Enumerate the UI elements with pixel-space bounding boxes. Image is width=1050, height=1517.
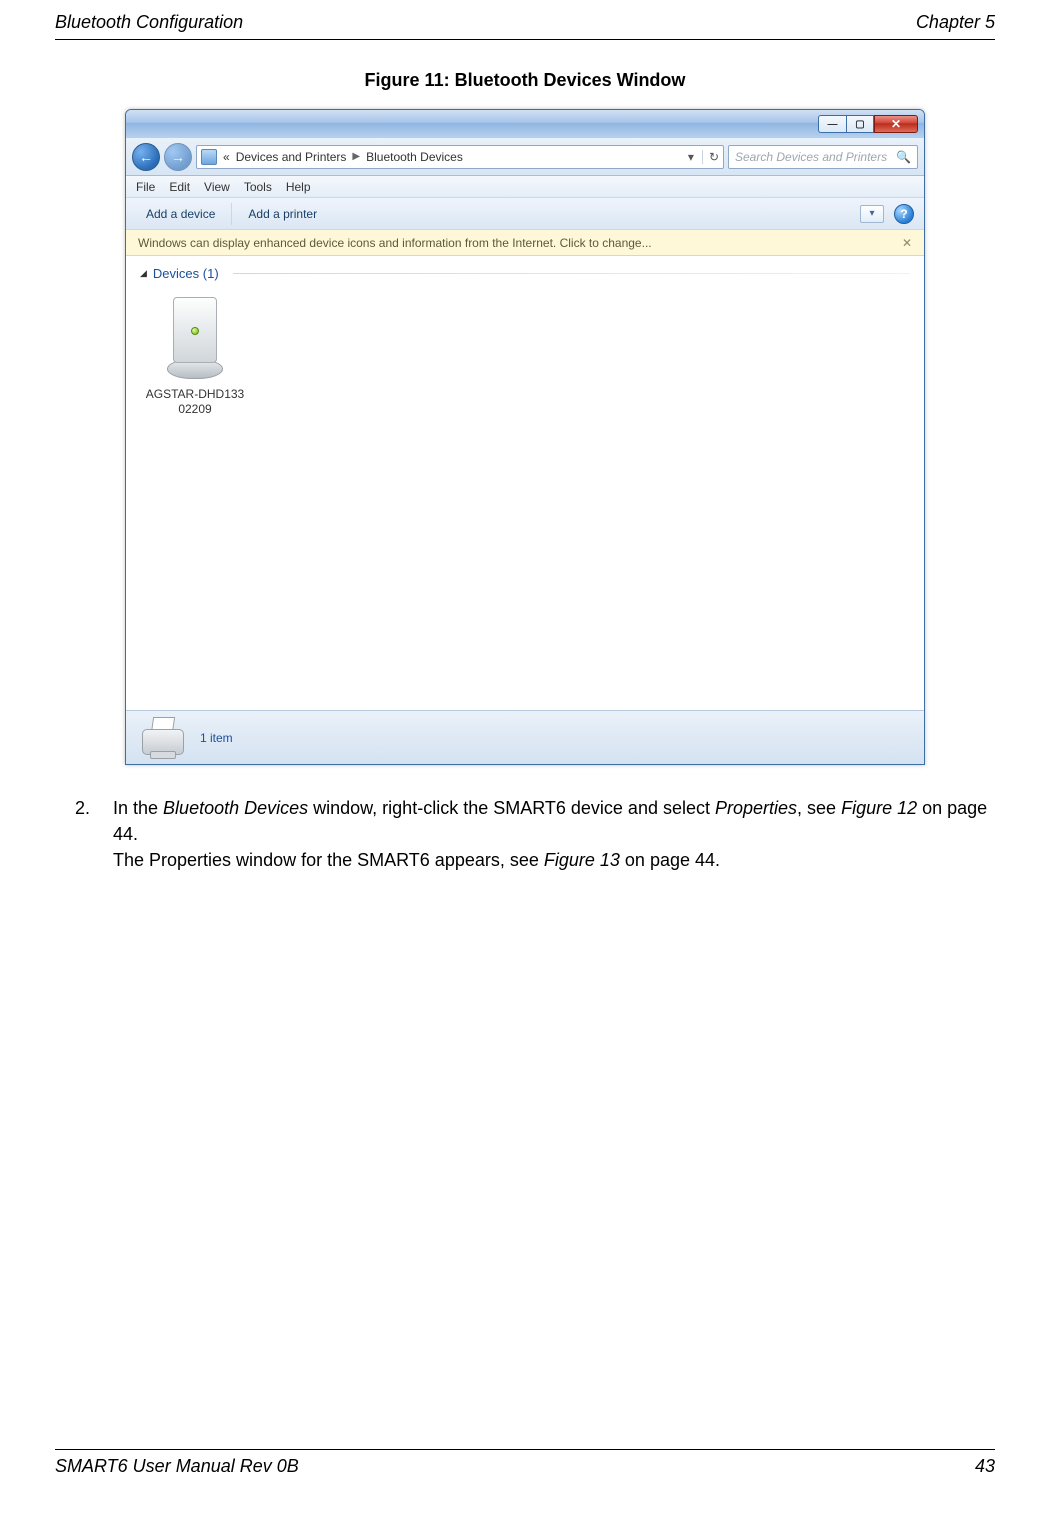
toolbar-right: ▾ ? [860,204,914,224]
device-label: AGSTAR-DHD133 02209 [140,387,250,417]
menu-help[interactable]: Help [286,180,311,194]
footer-right: 43 [975,1456,995,1477]
header-left: Bluetooth Configuration [55,12,243,33]
back-icon: ← [139,149,153,165]
close-button[interactable]: ✕ [874,115,918,133]
device-label-line1: AGSTAR-DHD133 [140,387,250,402]
menu-file[interactable]: File [136,180,155,194]
menu-bar: File Edit View Tools Help [126,176,924,198]
bluetooth-devices-window: — ▢ ✕ ← → « Devices and Printers ▶ Bluet… [125,109,925,765]
help-button[interactable]: ? [894,204,914,224]
page-footer: SMART6 User Manual Rev 0B 43 [55,1449,995,1477]
device-label-line2: 02209 [140,402,250,417]
header-right: Chapter 5 [916,12,995,33]
page-header: Bluetooth Configuration Chapter 5 [55,0,995,40]
maximize-icon: ▢ [847,116,873,132]
breadcrumb-item-devices[interactable]: Devices and Printers [236,150,347,164]
info-bar-close-icon[interactable]: ✕ [902,236,912,250]
info-bar-text: Windows can display enhanced device icon… [138,236,652,250]
view-options-button[interactable]: ▾ [860,205,884,223]
instruction-number: 2. [75,795,97,873]
device-item-agstar[interactable]: AGSTAR-DHD133 02209 [140,291,250,417]
menu-tools[interactable]: Tools [244,180,272,194]
status-bar: 1 item [126,710,924,764]
breadcrumb-lead-icon: « [223,150,230,164]
chevron-down-icon: ▾ [688,150,694,164]
add-device-button[interactable]: Add a device [136,203,225,225]
menu-edit[interactable]: Edit [169,180,190,194]
maximize-button[interactable]: ▢ [846,115,874,133]
devices-group-header[interactable]: ◢ Devices (1) [140,266,910,281]
info-bar[interactable]: Windows can display enhanced device icon… [126,230,924,256]
search-icon: 🔍 [896,150,911,164]
location-icon [201,149,217,165]
add-printer-button[interactable]: Add a printer [238,203,327,225]
instruction-body: In the Bluetooth Devices window, right-c… [113,795,995,873]
device-icon [161,291,229,381]
group-rule [233,273,910,274]
search-placeholder: Search Devices and Printers [735,150,887,164]
refresh-icon[interactable]: ↻ [702,150,719,164]
footer-left: SMART6 User Manual Rev 0B [55,1456,299,1477]
status-item-count: 1 item [200,731,233,745]
forward-button[interactable]: → [164,143,192,171]
figure-caption: Figure 11: Bluetooth Devices Window [55,70,995,91]
chevron-down-icon: ▾ [869,208,874,219]
breadcrumb: « Devices and Printers ▶ Bluetooth Devic… [223,150,463,164]
address-bar[interactable]: « Devices and Printers ▶ Bluetooth Devic… [196,145,724,169]
breadcrumb-separator-icon[interactable]: ▶ [352,151,360,162]
content-pane: ◢ Devices (1) AGSTAR-DHD133 02209 [126,256,924,710]
minimize-icon: — [819,116,846,132]
collapse-icon: ◢ [140,268,147,279]
search-input[interactable]: Search Devices and Printers 🔍 [728,145,918,169]
close-icon: ✕ [875,116,917,132]
menu-view[interactable]: View [204,180,230,194]
window-titlebar: — ▢ ✕ [126,110,924,138]
forward-icon: → [171,149,185,165]
devices-group-label: Devices (1) [153,266,219,281]
back-button[interactable]: ← [132,143,160,171]
window-controls: — ▢ ✕ [818,115,918,133]
breadcrumb-item-bluetooth[interactable]: Bluetooth Devices [366,150,463,164]
navigation-bar: ← → « Devices and Printers ▶ Bluetooth D… [126,138,924,176]
toolbar-separator [231,203,232,225]
address-dropdown[interactable]: ▾ ↻ [688,150,719,164]
help-icon: ? [900,207,907,221]
toolbar: Add a device Add a printer ▾ ? [126,198,924,230]
instruction-step-2: 2. In the Bluetooth Devices window, righ… [55,795,995,873]
details-pane-icon [140,719,186,757]
minimize-button[interactable]: — [818,115,846,133]
